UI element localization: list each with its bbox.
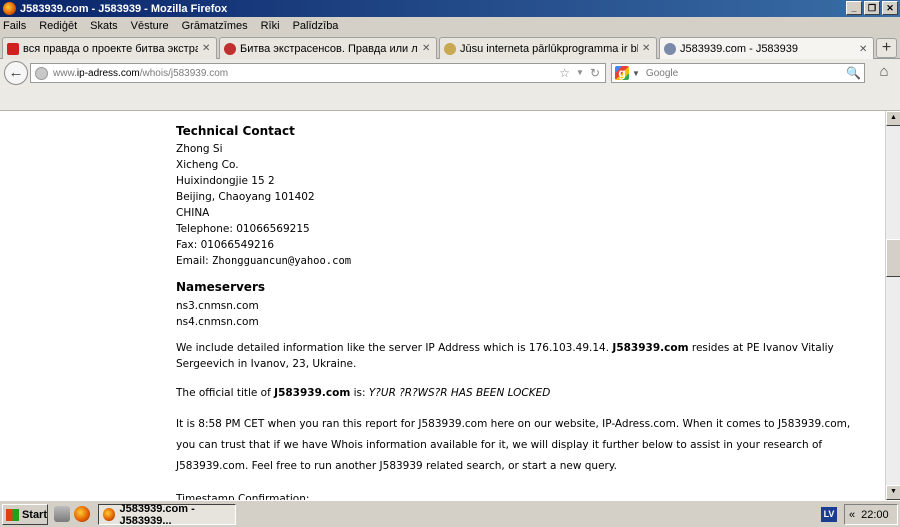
search-bar[interactable]: g ▼ Google 🔍 (611, 63, 865, 83)
vertical-scrollbar[interactable]: ▲ ▼ (885, 111, 900, 500)
quicklaunch-firefox-icon[interactable] (74, 506, 90, 522)
quicklaunch-desktop-icon[interactable] (54, 506, 70, 522)
taskbar-item-label: J583939.com - J583939... (119, 502, 195, 527)
tab-4-close-icon[interactable]: ✕ (859, 44, 869, 55)
tech-telephone: Telephone: 01066569215 (176, 223, 310, 235)
google-icon[interactable]: g (615, 66, 629, 80)
menu-edit[interactable]: Rediģēt (39, 20, 77, 32)
tab-1-close-icon[interactable]: ✕ (202, 43, 212, 54)
start-label: Start (21, 508, 47, 521)
tech-country: CHINA (176, 207, 210, 219)
email-label: Email: (176, 255, 209, 267)
timestamp-confirmation-label: Timestamp Confirmation: (176, 493, 310, 500)
lock-warning-icon (444, 42, 456, 55)
back-button[interactable]: ← (4, 61, 28, 85)
menu-history[interactable]: Vēsture (131, 20, 169, 32)
url-prefix: www. (53, 67, 77, 79)
firefox-icon (3, 2, 16, 15)
tab-3-close-icon[interactable]: ✕ (642, 43, 652, 54)
technical-contact-heading: Technical Contact (176, 124, 295, 138)
tab-strip: вся правда о проекте битва экстрасе... ✕… (0, 35, 900, 60)
close-button[interactable]: ✕ (882, 1, 898, 15)
system-tray: « 22:00 (844, 504, 898, 525)
title-text-a: The official title of (176, 387, 275, 399)
scroll-up-button[interactable]: ▲ (886, 111, 900, 126)
nameservers-heading: Nameservers (176, 280, 266, 294)
menu-help[interactable]: Palīdzība (293, 20, 339, 32)
yandex-icon (7, 42, 19, 55)
title-domain: J583939.com (274, 387, 351, 399)
tech-email-row: Email: Zhongguancun@yahoo.com (176, 255, 351, 267)
tab-3-label: Jūsu interneta pārlūkprogramma ir bloķēt… (460, 42, 638, 55)
page-content: Technical Contact Zhong Si Xicheng Co. H… (0, 111, 885, 500)
tray-expand-icon[interactable]: « (849, 509, 855, 521)
search-icon[interactable]: 🔍 (846, 66, 861, 80)
tech-city: Beijing, Chaoyang 101402 (176, 191, 315, 203)
taskbar: Start J583939.com - J583939... LV « 22:0… (0, 500, 900, 527)
tab-2-label: Битва экстрасенсов. Правда или ложь... (240, 42, 418, 55)
search-engine-dropdown-icon[interactable]: ▼ (632, 69, 640, 78)
home-icon[interactable]: ⌂ (875, 63, 893, 83)
menu-bookmarks[interactable]: Grāmatzīmes (182, 20, 248, 32)
globe-icon (35, 66, 48, 80)
email-value: Zhongguancun@yahoo.com (212, 255, 352, 267)
url-domain: ip-adress.com (76, 67, 140, 79)
menu-view[interactable]: Skats (90, 20, 118, 32)
tab-1-label: вся правда о проекте битва экстрасе... (23, 42, 198, 55)
restore-button[interactable]: ❐ (864, 1, 880, 15)
nameserver-2: ns4.cnmsn.com (176, 316, 259, 328)
search-input[interactable]: Google (646, 68, 846, 79)
tab-1[interactable]: вся правда о проекте битва экстрасе... ✕ (2, 37, 217, 59)
bookmark-star-icon[interactable]: ☆ (559, 66, 570, 80)
bookmarks-toolbar (0, 87, 900, 111)
ip-info-text: We include detailed information like the… (176, 342, 613, 354)
menu-file[interactable]: Fails (3, 20, 26, 32)
ip-info-paragraph: We include detailed information like the… (176, 340, 866, 372)
url-path: /whois/j583939.com (139, 67, 229, 79)
windows-logo-icon (6, 508, 19, 521)
start-button[interactable]: Start (2, 504, 48, 525)
clock: 22:00 (861, 508, 889, 521)
nameserver-1: ns3.cnmsn.com (176, 300, 259, 312)
menu-bar: Fails Rediģēt Skats Vēsture Grāmatzīmes … (0, 17, 900, 35)
tech-name: Zhong Si (176, 143, 223, 155)
tab-4-label: J583939.com - J583939 (680, 43, 799, 55)
taskbar-item-firefox[interactable]: J583939.com - J583939... (98, 502, 236, 527)
window-title: J583939.com - J583939 - Mozilla Firefox (20, 2, 228, 15)
magnifier-favicon-icon (664, 43, 676, 55)
window-title-bar: J583939.com - J583939 - Mozilla Firefox … (0, 0, 900, 17)
title-value: Y?UR ?R?WS?R HAS BEEN LOCKED (368, 387, 551, 399)
tech-fax: Fax: 01066549216 (176, 239, 275, 251)
url-text[interactable]: www.ip-adress.com/whois/j583939.com (53, 68, 559, 79)
report-paragraph: It is 8:58 PM CET when you ran this repo… (176, 418, 851, 472)
taskbar-firefox-icon (103, 508, 115, 521)
ip-info-domain: J583939.com (612, 342, 689, 354)
url-dropdown-icon[interactable]: ▼ (576, 66, 584, 80)
title-text-b: is: (350, 387, 369, 399)
url-bar[interactable]: www.ip-adress.com/whois/j583939.com ☆ ▼ … (30, 63, 606, 83)
scroll-thumb[interactable] (886, 239, 900, 277)
tech-street: Huixindongjie 15 2 (176, 175, 275, 187)
tab-4-active[interactable]: J583939.com - J583939 ✕ (659, 37, 874, 60)
tech-org: Xicheng Co. (176, 159, 239, 171)
official-title-paragraph: The official title of J583939.com is: Y?… (176, 385, 866, 401)
tab-3[interactable]: Jūsu interneta pārlūkprogramma ir bloķēt… (439, 37, 657, 59)
tab-2[interactable]: Битва экстрасенсов. Правда или ложь... ✕ (219, 37, 437, 59)
menu-tools[interactable]: Rīki (261, 20, 280, 32)
minimize-button[interactable]: _ (846, 1, 862, 15)
scroll-down-button[interactable]: ▼ (886, 485, 900, 500)
site-favicon-icon (224, 42, 236, 55)
tab-2-close-icon[interactable]: ✕ (422, 43, 432, 54)
language-indicator[interactable]: LV (821, 507, 837, 522)
new-tab-button[interactable]: + (876, 38, 897, 58)
reload-icon[interactable]: ↻ (590, 66, 600, 80)
navigation-bar: ← www.ip-adress.com/whois/j583939.com ☆ … (0, 59, 900, 87)
